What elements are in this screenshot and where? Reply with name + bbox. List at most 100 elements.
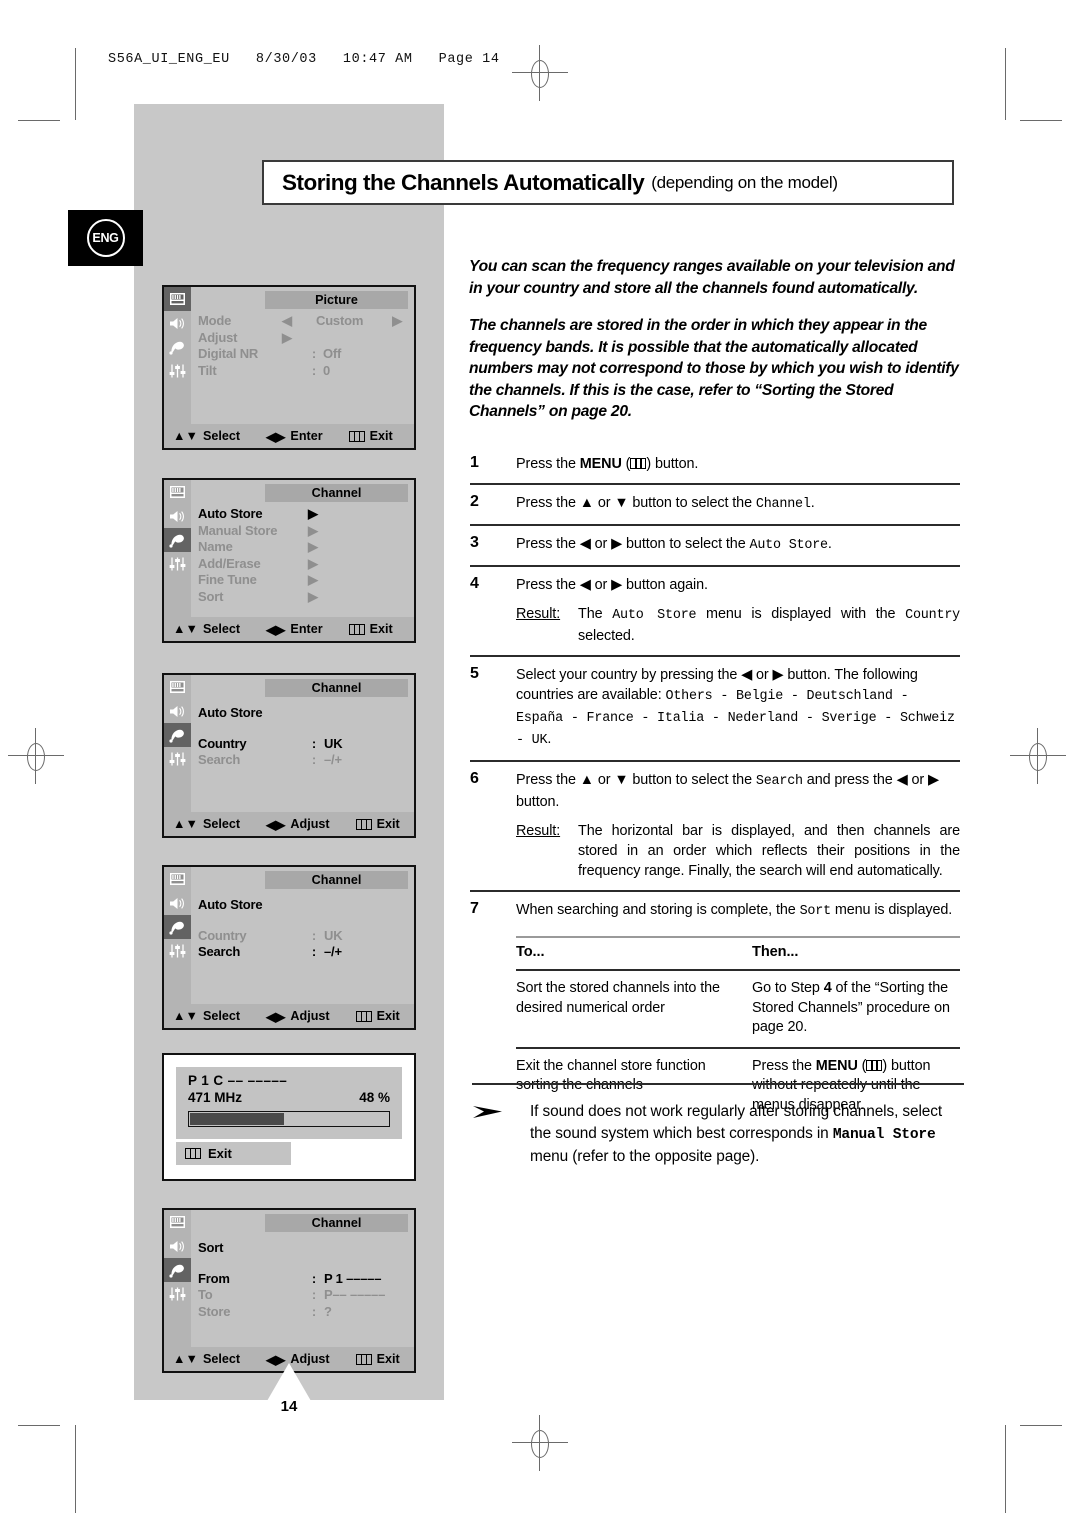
setup-sliders-icon[interactable] — [164, 552, 191, 576]
osd-right-arrow-icon[interactable]: ▶ — [282, 523, 410, 539]
table-header-then: Then... — [730, 936, 960, 971]
channel-antenna-icon[interactable] — [164, 528, 191, 552]
step-text-post: ) button. — [646, 456, 699, 472]
setup-sliders-icon[interactable] — [164, 939, 191, 963]
sound-icon[interactable] — [164, 891, 191, 915]
osd-right-arrow-icon[interactable]: ▶ — [282, 589, 410, 605]
osd-right-arrow-icon[interactable]: ▶ — [282, 330, 316, 346]
sound-icon[interactable] — [164, 699, 191, 723]
osd-row-label: Sort — [198, 1240, 224, 1255]
step-number: 3 — [470, 534, 479, 551]
osd-heading-sort: Sort — [198, 1240, 410, 1257]
osd-row-digital-nr[interactable]: Digital NR : Off — [198, 346, 410, 363]
sound-icon[interactable] — [164, 504, 191, 528]
osd-row-country[interactable]: Country : UK — [198, 736, 410, 753]
menu-button-icon — [630, 458, 647, 469]
left-right-arrow-icon: ◀▶ — [266, 1009, 286, 1024]
osd-row-adjust[interactable]: Adjust ▶ — [198, 330, 410, 347]
osd-row-country[interactable]: Country : UK — [198, 928, 410, 945]
crop-rule-right-top — [1005, 48, 1006, 120]
osd-title: Channel — [265, 679, 408, 697]
osd-row-search[interactable]: Search : –/+ — [198, 752, 410, 769]
step-number: 4 — [470, 575, 479, 592]
channel-antenna-icon[interactable] — [164, 915, 191, 939]
sound-icon[interactable] — [164, 311, 191, 335]
osd-right-arrow-icon[interactable]: ▶ — [392, 313, 410, 329]
osd-auto-store-country-menu: Channel Auto Store Country : UK Search :… — [162, 673, 416, 838]
osd-sort-menu: Channel Sort From : P 1 ––––– To : P–– –… — [162, 1208, 416, 1373]
table-cell-to: Sort the stored channels into the desire… — [516, 970, 730, 1049]
setup-sliders-icon[interactable] — [164, 1282, 191, 1306]
up-down-arrow-icon: ▲▼ — [173, 622, 198, 636]
up-down-arrow-icon: ▲▼ — [173, 429, 198, 443]
osd-spacer — [198, 914, 410, 928]
step-3: 3 Press the ◀ or ▶ button to select the … — [470, 524, 960, 565]
footer-exit-label: Exit — [376, 1009, 400, 1023]
osd-colon: : — [311, 1287, 316, 1302]
osd-row-value: –/+ — [324, 944, 342, 959]
osd-row-search[interactable]: Search : –/+ — [198, 944, 410, 961]
osd-row-to[interactable]: To : P–– ––––– — [198, 1287, 410, 1304]
osd-row-name[interactable]: Name ▶ — [198, 539, 410, 556]
osd-row-tilt[interactable]: Tilt : 0 — [198, 363, 410, 380]
channel-antenna-icon[interactable] — [164, 1258, 191, 1282]
progress-exit-button[interactable]: Exit — [176, 1142, 291, 1165]
page-title: Storing the Channels Automatically — [282, 169, 645, 195]
sound-icon[interactable] — [164, 1234, 191, 1258]
osd-auto-store-search-menu: Channel Auto Store Country : UK Search :… — [162, 865, 416, 1030]
osd-row-from[interactable]: From : P 1 ––––– — [198, 1271, 410, 1288]
osd-right-arrow-icon[interactable]: ▶ — [282, 572, 410, 588]
osd-right-arrow-icon[interactable]: ▶ — [282, 539, 410, 555]
osd-rows: Sort From : P 1 ––––– To : P–– ––––– Sto… — [198, 1240, 410, 1320]
registration-mark-top — [512, 45, 568, 101]
crop-rule-right-mark-b — [1020, 1425, 1062, 1426]
footer-select: ▲▼ Select — [173, 1352, 240, 1366]
osd-row-mode[interactable]: Mode ◀ Custom ▶ — [198, 313, 410, 330]
picture-icon[interactable] — [164, 675, 191, 699]
osd-row-value: Off — [323, 346, 342, 361]
channel-antenna-icon[interactable] — [164, 723, 191, 747]
progress-percent: 48 % — [359, 1090, 390, 1105]
osd-row-label: To — [198, 1287, 213, 1302]
osd-left-arrow-icon[interactable]: ◀ — [282, 313, 316, 329]
result-text: The horizontal bar is displayed, and the… — [578, 823, 960, 879]
step-text: Press the ◀ or ▶ button again. Result: T… — [516, 575, 960, 646]
osd-row-label: Auto Store — [198, 705, 263, 720]
osd-rows: Auto Store Country : UK Search : –/+ — [198, 705, 410, 769]
progress-bar-track — [188, 1111, 390, 1127]
footer-select-label: Select — [202, 429, 241, 443]
picture-icon[interactable] — [164, 480, 191, 504]
page-subtitle: (depending on the model) — [651, 172, 838, 192]
osd-row-auto-store[interactable]: Auto Store ▶ — [198, 506, 410, 523]
osd-row-label: Digital NR — [198, 346, 259, 361]
note-text: If sound does not work regularly after s… — [530, 1101, 964, 1168]
footer-select-label: Select — [202, 622, 241, 636]
setup-sliders-icon[interactable] — [164, 747, 191, 771]
left-right-arrow-icon: ◀▶ — [266, 429, 286, 444]
osd-right-arrow-icon[interactable]: ▶ — [282, 556, 410, 572]
footer-enter: ◀▶ Enter — [266, 622, 323, 637]
channel-antenna-icon[interactable] — [164, 335, 191, 359]
osd-footer: ▲▼ Select ◀▶ Adjust Exit — [164, 812, 414, 836]
step-text: Press the ◀ or ▶ button to select the Au… — [516, 534, 960, 556]
osd-row-label: Country — [198, 735, 247, 751]
osd-row-add-erase[interactable]: Add/Erase ▶ — [198, 556, 410, 573]
osd-colon: : — [311, 735, 316, 751]
picture-icon[interactable] — [164, 1210, 191, 1234]
rail-blank — [164, 383, 191, 407]
setup-sliders-icon[interactable] — [164, 359, 191, 383]
osd-row-sort[interactable]: Sort ▶ — [198, 589, 410, 606]
step-mono-term: Auto Store — [749, 538, 829, 553]
step-text-b: menu is displayed. — [830, 902, 953, 918]
osd-right-arrow-icon[interactable]: ▶ — [282, 506, 410, 522]
osd-row-value: Custom — [316, 313, 364, 328]
picture-icon[interactable] — [164, 287, 191, 311]
picture-icon[interactable] — [164, 867, 191, 891]
osd-row-fine-tune[interactable]: Fine Tune ▶ — [198, 572, 410, 589]
osd-row-store[interactable]: Store : ? — [198, 1304, 410, 1321]
osd-row-manual-store[interactable]: Manual Store ▶ — [198, 523, 410, 540]
step-text-a: Press the ◀ or ▶ button again. — [516, 577, 708, 593]
osd-row-label: Add/Erase — [198, 555, 261, 571]
crop-rule-left-top — [75, 48, 76, 120]
osd-row-value: 0 — [323, 362, 331, 378]
